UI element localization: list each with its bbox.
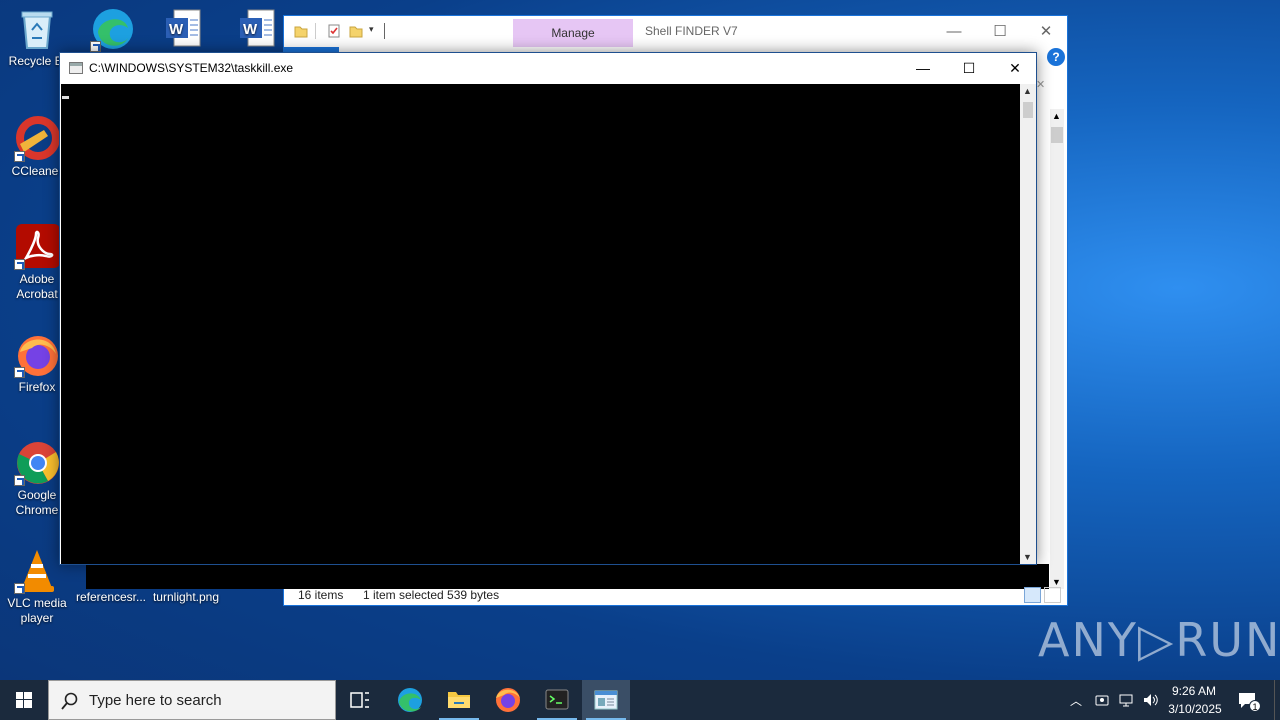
minimize-button[interactable]: — — [931, 16, 977, 47]
scroll-down-arrow-icon[interactable]: ▼ — [1023, 552, 1032, 562]
scroll-up-arrow-icon[interactable]: ▲ — [1052, 111, 1061, 121]
customize-toolbar-chevron-icon[interactable]: ▾ — [369, 24, 374, 35]
taskbar-terminal-button[interactable] — [533, 680, 581, 720]
console-minimize-button[interactable]: — — [900, 53, 946, 83]
start-button[interactable] — [0, 680, 48, 720]
svg-text:W: W — [243, 21, 258, 38]
windows-logo-icon — [16, 692, 32, 708]
firefox-icon — [14, 332, 60, 378]
network-icon[interactable] — [1118, 692, 1136, 708]
show-hidden-icons-chevron-icon[interactable]: ︿ — [1070, 692, 1082, 709]
application-window-icon — [594, 690, 618, 710]
search-icon — [61, 692, 78, 710]
large-icons-view-icon[interactable] — [1044, 587, 1061, 603]
scroll-up-arrow-icon[interactable]: ▲ — [1023, 86, 1032, 96]
word-document-icon: W — [160, 6, 206, 52]
file-explorer-icon — [448, 692, 470, 708]
taskbar-search-box[interactable]: Type here to search — [48, 680, 336, 720]
shortcut-arrow-icon — [14, 151, 25, 162]
status-bar: 16 items 1 item selected 539 bytes — [284, 585, 1067, 605]
details-view-icon[interactable] — [1024, 587, 1041, 603]
shortcut-arrow-icon — [14, 367, 25, 378]
status-selection: 1 item selected 539 bytes — [363, 588, 500, 602]
firefox-icon — [496, 688, 520, 712]
recycle-bin-icon — [14, 6, 60, 52]
clock-time[interactable]: 9:26 AM — [1164, 684, 1224, 698]
svg-text:W: W — [169, 21, 184, 38]
tab-manage[interactable]: Manage — [513, 19, 633, 47]
shortcut-arrow-icon — [14, 475, 25, 486]
shortcut-arrow-icon — [14, 583, 25, 594]
task-view-icon — [350, 692, 369, 708]
desktop-icon-label: turnlight.png — [152, 590, 220, 604]
desktop-icon-label: referencesr... — [75, 590, 147, 604]
console-app-icon — [69, 62, 83, 74]
notification-center-button[interactable]: 1 — [1236, 688, 1261, 712]
adobe-acrobat-icon — [14, 224, 60, 270]
terminal-icon — [545, 689, 569, 710]
maximize-button[interactable]: ☐ — [977, 16, 1023, 47]
task-view-button[interactable] — [336, 680, 384, 720]
console-titlebar[interactable]: C:\WINDOWS\SYSTEM32\taskkill.exe — ☐ ✕ — [60, 53, 1036, 83]
console-maximize-button[interactable]: ☐ — [946, 53, 992, 83]
explorer-vertical-scrollbar[interactable]: ▲ ▼ — [1050, 109, 1064, 589]
desktop-icon-referencesr[interactable]: referencesr... — [74, 590, 148, 605]
edge-icon — [90, 6, 136, 52]
console-vertical-scrollbar[interactable]: ▲ ▼ — [1020, 84, 1036, 564]
desktop-icon-turnlight[interactable]: turnlight.png — [148, 590, 224, 605]
console-title: C:\WINDOWS\SYSTEM32\taskkill.exe — [89, 61, 294, 75]
desktop-icon-edge[interactable] — [76, 6, 150, 54]
clock-date[interactable]: 3/10/2025 — [1164, 702, 1226, 716]
window-title: Shell FINDER V7 — [645, 24, 738, 38]
folder-icon — [294, 26, 308, 38]
search-placeholder: Type here to search — [89, 692, 222, 709]
taskbar: Type here to search ︿ 9:26 AM 3/10/2025 … — [0, 680, 1280, 720]
word-document-icon: W — [234, 6, 280, 52]
close-button[interactable]: ✕ — [1023, 16, 1069, 47]
shortcut-arrow-icon — [14, 259, 25, 270]
help-icon[interactable]: ? — [1047, 48, 1065, 66]
taskbar-firefox-button[interactable] — [484, 680, 532, 720]
chrome-icon — [14, 440, 60, 486]
text-cursor — [62, 96, 69, 99]
taskbar-app-window-button[interactable] — [582, 680, 630, 720]
show-desktop-button[interactable] — [1274, 680, 1280, 720]
notification-badge: 1 — [1249, 700, 1261, 712]
console-close-button[interactable]: ✕ — [992, 53, 1038, 83]
properties-icon[interactable] — [327, 24, 341, 38]
explorer-titlebar[interactable]: ▾ Manage Shell FINDER V7 — ☐ ✕ — [284, 16, 1067, 47]
toolbar-separator — [315, 23, 316, 39]
ccleaner-icon — [14, 116, 60, 162]
volume-icon[interactable] — [1142, 692, 1160, 708]
shortcut-arrow-icon — [90, 41, 101, 52]
anyrun-watermark: ANY▷RUN — [1038, 613, 1280, 667]
taskbar-file-explorer-button[interactable] — [435, 680, 483, 720]
scrollbar-thumb[interactable] — [1023, 102, 1033, 118]
desktop-icon-label: VLC media player — [7, 596, 67, 625]
console-window[interactable]: C:\WINDOWS\SYSTEM32\taskkill.exe — ☐ ✕ ▲… — [59, 52, 1037, 565]
status-item-count: 16 items — [298, 588, 344, 602]
meet-now-icon[interactable] — [1094, 692, 1110, 708]
edge-icon — [398, 688, 422, 712]
console-output-area[interactable] — [61, 84, 1021, 564]
scrollbar-thumb[interactable] — [1051, 127, 1063, 143]
desktop-icon-word-1[interactable]: W — [146, 6, 220, 54]
taskbar-edge-button[interactable] — [386, 680, 434, 720]
new-folder-icon[interactable] — [349, 24, 363, 38]
vlc-icon — [14, 548, 60, 594]
toolbar-separator — [384, 23, 385, 39]
